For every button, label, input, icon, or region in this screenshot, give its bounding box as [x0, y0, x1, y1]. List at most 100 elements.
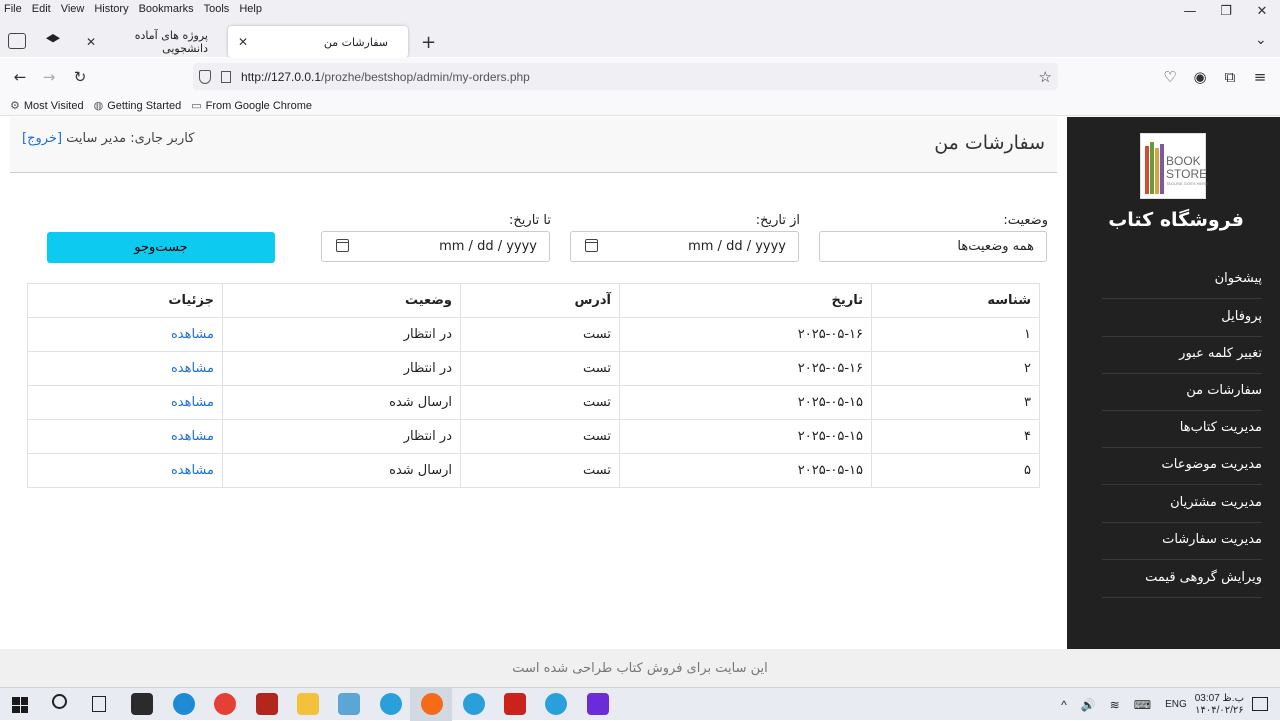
to-date-input[interactable]: mm / dd / yyyy [321, 231, 550, 262]
shield-icon[interactable] [199, 69, 211, 84]
footer-text: این سایت برای فروش کتاب طراحی شده است [512, 660, 768, 676]
sidebar-item-manage-subjects[interactable]: مدیریت موضوعات [1102, 448, 1262, 485]
menu-view[interactable]: View [61, 3, 85, 15]
status-label: وضعیت: [1003, 213, 1048, 228]
acrobat-icon[interactable] [504, 693, 526, 715]
menu-help[interactable]: Help [239, 3, 262, 15]
close-tab-icon[interactable]: ✕ [86, 35, 96, 49]
logo-tagline: TAGLINE GOES HERE [1166, 181, 1208, 186]
close-tab-icon[interactable]: ✕ [238, 35, 248, 49]
view-link[interactable]: مشاهده [27, 385, 223, 420]
pocket-icon[interactable]: ♡ [1158, 66, 1182, 88]
menu-bookmarks[interactable]: Bookmarks [139, 3, 194, 15]
tab-projects[interactable]: پروژه های آماده دانشجویی ✕ [80, 28, 218, 56]
from-date-input[interactable]: mm / dd / yyyy [570, 231, 799, 262]
bookmark-getting-started[interactable]: ◍ Getting Started [94, 99, 182, 113]
clock-date: ۱۴۰۴/۰۲/۲۶ [1195, 704, 1244, 716]
calendar-icon[interactable] [585, 239, 598, 252]
language-indicator[interactable]: ENG [1165, 699, 1187, 710]
logo-book-spine [1160, 144, 1164, 194]
sidebar: BOOK STORE TAGLINE GOES HERE فروشگاه کتا… [1067, 117, 1280, 649]
sidebar-item-manage-orders[interactable]: مدیریت سفارشات [1102, 523, 1262, 560]
logout-link[interactable]: [خروج] [22, 131, 62, 146]
menu-file[interactable]: File [4, 3, 22, 15]
reload-icon[interactable]: ↻ [68, 66, 92, 88]
menu-icon[interactable]: ≡ [1248, 66, 1272, 88]
tab-list-icon[interactable] [8, 33, 26, 49]
telegram-icon[interactable] [380, 693, 402, 715]
menu-tools[interactable]: Tools [204, 3, 230, 15]
clock[interactable]: 03:07 ب.ظ ۱۴۰۴/۰۲/۲۶ [1195, 693, 1244, 717]
sidebar-item-manage-books[interactable]: مدیریت کتاب‌ها [1102, 411, 1262, 448]
keyboard-icon[interactable]: ⌨ [1134, 698, 1151, 712]
bookmark-most-visited[interactable]: ⚙ Most Visited [10, 99, 84, 113]
volume-icon[interactable]: 🔊 [1081, 698, 1096, 712]
view-link[interactable]: مشاهده [27, 419, 223, 454]
cell-address: تست [460, 385, 620, 420]
search-icon[interactable] [52, 694, 67, 709]
telegram-icon[interactable] [545, 693, 567, 715]
chrome-icon[interactable] [214, 693, 236, 715]
sidebar-item-change-password[interactable]: تغییر کلمه عبور [1102, 337, 1262, 374]
app-icon[interactable] [256, 693, 278, 715]
edge-icon[interactable] [173, 693, 195, 715]
bookmark-from-google-chrome[interactable]: ▭ From Google Chrome [191, 99, 312, 113]
notifications-icon[interactable] [1252, 697, 1268, 711]
menu-edit[interactable]: Edit [32, 3, 51, 15]
chevron-up-icon[interactable]: ^ [1061, 698, 1067, 712]
cell-status: ارسال شده [222, 453, 461, 488]
main-content: سفارشات من کاربر جاری: مدیر سایت [خروج] … [0, 117, 1067, 649]
notepad-icon[interactable] [338, 693, 360, 715]
cell-date: ۲۰۲۵-۰۵-۱۶ [619, 317, 872, 352]
page-info-icon[interactable] [221, 70, 231, 83]
system-tray: ^ 🔊 ≋ ⌨ ENG 03:07 ب.ظ ۱۴۰۴/۰۲/۲۶ [1061, 688, 1280, 721]
sidebar-item-dashboard[interactable]: پیشخوان [1102, 262, 1262, 299]
status-select[interactable]: همه وضعیت‌ها [819, 231, 1047, 262]
orders-table: شناسه تاریخ آدرس وضعیت جزئیات ۱ ۲۰۲۵-۰۵-… [27, 283, 1040, 488]
windows-start-icon[interactable] [12, 697, 28, 713]
firefox-icon[interactable] [421, 693, 443, 715]
tab-my-orders[interactable]: سفارشات من ✕ [228, 26, 408, 58]
sidebar-item-profile[interactable]: پروفایل [1102, 300, 1262, 337]
logo-book-spine [1150, 142, 1154, 194]
forward-icon[interactable]: → [37, 66, 61, 88]
extensions-icon[interactable]: ⧉ [1218, 66, 1242, 88]
telegram-icon[interactable] [463, 693, 485, 715]
taskbar: ^ 🔊 ≋ ⌨ ENG 03:07 ب.ظ ۱۴۰۴/۰۲/۲۶ [0, 687, 1280, 721]
back-icon[interactable]: ← [8, 66, 32, 88]
wifi-icon[interactable]: ≋ [1110, 698, 1120, 712]
search-button[interactable]: جست‌وجو [47, 232, 275, 263]
logo-book-spine [1145, 146, 1149, 194]
cell-address: تست [460, 317, 620, 352]
store-icon[interactable] [131, 693, 153, 715]
phpstorm-icon[interactable] [587, 693, 609, 715]
cell-id: ۲ [871, 351, 1040, 386]
view-link[interactable]: مشاهده [27, 317, 223, 352]
logo-text-store: STORE [1166, 167, 1208, 181]
table-row: ۳ ۲۰۲۵-۰۵-۱۵ تست ارسال شده مشاهده [27, 385, 1040, 420]
sidebar-item-my-orders[interactable]: سفارشات من [1102, 374, 1262, 411]
view-link[interactable]: مشاهده [27, 453, 223, 488]
account-icon[interactable]: ◉ [1188, 66, 1212, 88]
chevron-down-icon[interactable]: ⌄ [1255, 32, 1267, 48]
menu-history[interactable]: History [94, 3, 128, 15]
tab-title: سفارشات من [323, 35, 388, 49]
bookmark-star-icon[interactable]: ☆ [1039, 68, 1052, 86]
sidebar-item-bulk-price-edit[interactable]: ویرایش گروهی قیمت [1102, 561, 1262, 598]
sidebar-item-manage-customers[interactable]: مدیریت مشتریان [1102, 486, 1262, 523]
calendar-icon[interactable] [336, 239, 349, 252]
col-details: جزئیات [27, 283, 223, 318]
menu-bar: File Edit View History Bookmarks Tools H… [0, 0, 1280, 17]
view-link[interactable]: مشاهده [27, 351, 223, 386]
current-user-label: کاربر جاری: مدیر سایت [66, 131, 195, 146]
col-status: وضعیت [222, 283, 461, 318]
url-bar[interactable]: http://127.0.0.1 /prozhe/bestshop/admin/… [193, 63, 1058, 90]
file-explorer-icon[interactable] [297, 693, 319, 715]
current-user: کاربر جاری: مدیر سایت [خروج] [22, 131, 194, 146]
cell-id: ۳ [871, 385, 1040, 420]
col-id: شناسه [871, 283, 1040, 318]
new-tab-icon[interactable]: + [421, 32, 436, 53]
store-logo[interactable]: BOOK STORE TAGLINE GOES HERE [1140, 133, 1208, 199]
cell-date: ۲۰۲۵-۰۵-۱۶ [619, 351, 872, 386]
task-view-icon[interactable] [92, 696, 106, 712]
